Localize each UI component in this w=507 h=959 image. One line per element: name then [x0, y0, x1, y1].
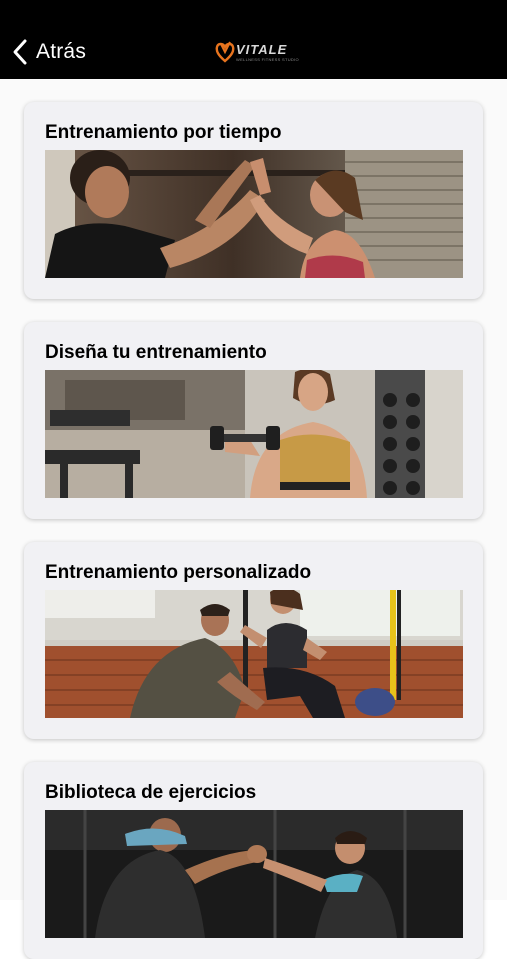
- back-label: Atrás: [36, 40, 87, 63]
- card-title: Entrenamiento personalizado: [45, 562, 312, 583]
- menu-list: Entrenamiento por tiempo Diseña tu entre…: [0, 79, 507, 959]
- top-navigation-bar: Atrás VITALE WELLNESS FITNESS STUDIO: [0, 0, 507, 79]
- woman-lifting-dumbbell-photo: [45, 370, 463, 498]
- trainer-assisting-squat-photo: [45, 590, 463, 718]
- logo-wordmark: VITALE: [236, 42, 288, 57]
- chevron-left-icon: [13, 39, 27, 65]
- heart-logo-icon: [215, 41, 235, 63]
- logo-subtitle: WELLNESS FITNESS STUDIO: [236, 57, 299, 62]
- card-title: Diseña tu entrenamiento: [45, 342, 267, 363]
- couple-high-five-gym-photo: [45, 150, 463, 278]
- card-title: Biblioteca de ejercicios: [45, 782, 257, 803]
- card-disena-tu-entrenamiento[interactable]: Diseña tu entrenamiento: [24, 322, 483, 519]
- card-entrenamiento-personalizado[interactable]: Entrenamiento personalizado: [24, 542, 483, 739]
- partners-clasped-hands-photo: [45, 810, 463, 938]
- card-biblioteca-de-ejercicios[interactable]: Biblioteca de ejercicios: [24, 762, 483, 959]
- vitale-logo: VITALE WELLNESS FITNESS STUDIO: [215, 40, 299, 66]
- back-button[interactable]: Atrás: [12, 36, 86, 68]
- card-entrenamiento-por-tiempo[interactable]: Entrenamiento por tiempo: [24, 102, 483, 299]
- card-title: Entrenamiento por tiempo: [45, 122, 282, 143]
